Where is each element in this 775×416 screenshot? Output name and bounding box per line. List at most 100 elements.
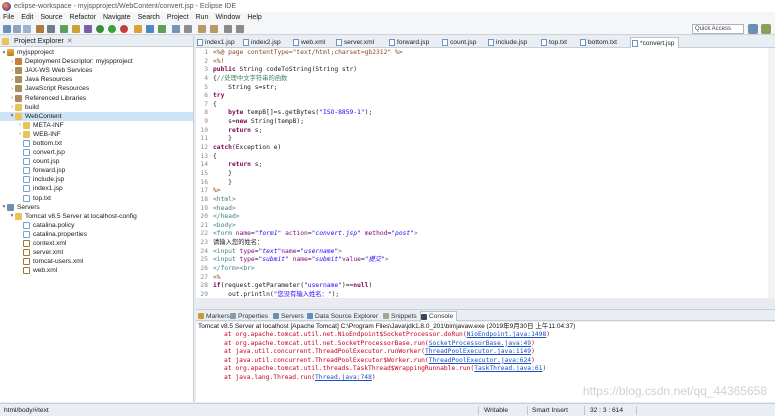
tree-item-build[interactable]: › build xyxy=(0,103,193,112)
tab-forward-jsp[interactable]: forward.jsp xyxy=(388,37,429,48)
tab-properties[interactable]: Properties xyxy=(230,311,268,321)
tree-item-webcontent[interactable]: ▾ WebContent xyxy=(0,111,193,121)
tree-item-javascript-resources[interactable]: › JavaScript Resources xyxy=(0,84,193,93)
menu-navigate[interactable]: Navigate xyxy=(103,14,131,21)
tab-convert-jsp[interactable]: *convert.jsp xyxy=(630,37,680,48)
tab-snippets[interactable]: Snippets xyxy=(383,311,417,321)
external-tools-icon[interactable] xyxy=(120,25,128,33)
jsp-file-icon xyxy=(389,39,395,46)
tab-bottom-txt[interactable]: bottom.txt xyxy=(579,37,617,48)
project-explorer-icon xyxy=(2,37,9,45)
publish-icon[interactable] xyxy=(84,25,92,33)
menu-source[interactable]: Source xyxy=(40,14,62,21)
tree-item-convert-jsp[interactable]: convert.jsp xyxy=(0,148,193,157)
save-icon[interactable] xyxy=(13,25,21,33)
menu-edit[interactable]: Edit xyxy=(21,14,33,21)
next-annotation-icon[interactable] xyxy=(198,25,206,33)
jsp-file-icon xyxy=(23,185,30,193)
run-icon[interactable] xyxy=(108,25,116,33)
tree-item-deployment-descriptor[interactable]: › Deployment Descriptor: myjspproject xyxy=(0,57,193,66)
tree-item-server-xml[interactable]: server.xml xyxy=(0,248,193,257)
tab-include-jsp[interactable]: include.jsp xyxy=(487,37,527,48)
tree-item-meta-inf[interactable]: › META-INF xyxy=(0,121,193,130)
menu-run[interactable]: Run xyxy=(196,14,209,21)
tree-item-catalina-properties[interactable]: catalina.properties xyxy=(0,230,193,239)
save-all-icon[interactable] xyxy=(23,25,31,33)
java-perspective-icon[interactable] xyxy=(761,24,771,34)
terminal-icon[interactable] xyxy=(47,25,55,33)
properties-icon xyxy=(230,313,236,319)
code-area[interactable]: 1 <%@ page contentType="text/html;charset… xyxy=(196,49,775,298)
status-insert-mode: Smart Insert xyxy=(532,407,568,414)
tree-item-web-inf[interactable]: › WEB-INF xyxy=(0,130,193,139)
stack-trace-line: at org.apache.tomcat.util.net.NioEndpoin… xyxy=(224,331,551,338)
folder-icon xyxy=(15,103,22,111)
tree-item-count-jsp[interactable]: count.jsp xyxy=(0,157,193,166)
back-icon[interactable] xyxy=(224,25,232,33)
tab-count-jsp[interactable]: count.jsp xyxy=(441,37,476,48)
tab-data-source-explorer[interactable]: Data Source Explorer xyxy=(307,311,378,321)
tab-markers[interactable]: Markers xyxy=(198,311,230,321)
project-explorer-panel: Project Explorer ✕ ▾ myjspproject › Deploy… xyxy=(0,36,194,402)
close-icon[interactable]: ✕ xyxy=(67,37,73,45)
new-java-project-icon[interactable] xyxy=(134,25,142,33)
tab-index1-jsp[interactable]: index1.jsp xyxy=(196,37,235,48)
tree-item-bottom-txt[interactable]: bottom.txt xyxy=(0,139,193,148)
server-icon[interactable] xyxy=(60,25,68,33)
tree-item-servers[interactable]: ▾ Servers xyxy=(0,203,193,212)
forward-icon[interactable] xyxy=(236,25,244,33)
tab-web-xml[interactable]: web.xml xyxy=(292,37,325,48)
eclipse-logo-icon xyxy=(2,1,11,11)
tree-item-index1-jsp[interactable]: index1.jsp xyxy=(0,184,193,193)
tree-item-web-xml[interactable]: web.xml xyxy=(0,266,193,275)
stack-trace-line: at java.util.concurrent.ThreadPoolExecut… xyxy=(224,356,535,364)
xml-file-icon xyxy=(293,39,299,46)
menu-help[interactable]: Help xyxy=(247,14,261,21)
xml-file-icon xyxy=(23,267,30,275)
tree-item-referenced-libraries[interactable]: › Referenced Libraries xyxy=(0,93,193,102)
editor-scrollbar[interactable] xyxy=(768,48,775,298)
jsp-file-icon xyxy=(23,167,30,175)
tree-item-include-jsp[interactable]: include.jsp xyxy=(0,175,193,184)
new-icon[interactable] xyxy=(3,25,11,33)
menu-file[interactable]: File xyxy=(3,14,14,21)
menu-refactor[interactable]: Refactor xyxy=(70,14,96,21)
tree-item-tomcat-config[interactable]: ▾ Tomcat v8.5 Server at localhost-config xyxy=(0,212,193,221)
console-panel[interactable]: Tomcat v8.5 Server at localhost [Apache … xyxy=(196,322,775,402)
code-editor[interactable]: 1 <%@ page contentType="text/html;charset… xyxy=(196,48,775,298)
open-type-icon[interactable] xyxy=(172,25,180,33)
tree-item-forward-jsp[interactable]: forward.jsp xyxy=(0,166,193,175)
tree-item-myjspproject[interactable]: ▾ myjspproject xyxy=(0,48,193,57)
tab-servers[interactable]: Servers xyxy=(273,311,304,321)
menu-search[interactable]: Search xyxy=(138,14,160,21)
tree-item-context-xml[interactable]: context.xml xyxy=(0,239,193,248)
previous-annotation-icon[interactable] xyxy=(210,25,218,33)
deploy-icon[interactable] xyxy=(72,25,80,33)
jsp-file-icon xyxy=(442,39,448,46)
tree-item-tomcat-users-xml[interactable]: tomcat-users.xml xyxy=(0,257,193,266)
folder-icon xyxy=(7,203,14,211)
editor-tab-bar: index1.jsp index2.jsp web.xml server.xml… xyxy=(196,36,775,48)
java-ee-perspective-icon[interactable] xyxy=(748,24,758,34)
tree-item-catalina-policy[interactable]: catalina.policy xyxy=(0,221,193,230)
new-class-icon[interactable] xyxy=(158,25,166,33)
tree-item-top-txt[interactable]: top.txt xyxy=(0,194,193,203)
tab-server-xml[interactable]: server.xml xyxy=(335,37,374,48)
quick-access-input[interactable]: Quick Access xyxy=(692,24,744,34)
tab-top-txt[interactable]: top.txt xyxy=(540,37,567,48)
build-icon[interactable] xyxy=(36,25,44,33)
menu-project[interactable]: Project xyxy=(167,14,189,21)
tab-index2-jsp[interactable]: index2.jsp xyxy=(242,37,281,48)
tab-console[interactable]: Console xyxy=(420,311,458,321)
menu-window[interactable]: Window xyxy=(215,14,240,21)
console-icon xyxy=(421,314,427,320)
debug-icon[interactable] xyxy=(96,25,104,33)
tree-item-jax-ws[interactable]: › JAX-WS Web Services xyxy=(0,66,193,75)
new-package-icon[interactable] xyxy=(146,25,154,33)
folder-icon xyxy=(15,112,22,120)
jsp-file-icon xyxy=(23,158,30,166)
webservice-icon xyxy=(15,67,22,75)
java-resources-icon xyxy=(15,76,22,84)
tree-item-java-resources[interactable]: › Java Resources xyxy=(0,75,193,84)
search-icon[interactable] xyxy=(184,25,192,33)
